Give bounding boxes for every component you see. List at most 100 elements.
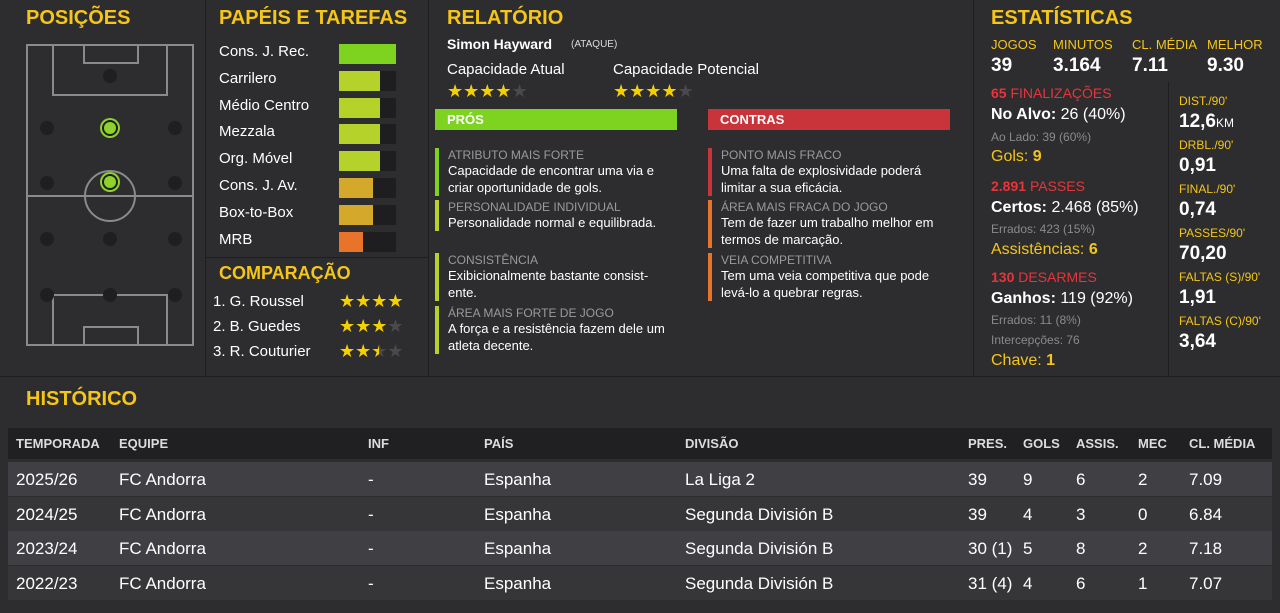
per90-label: PASSES/90' — [1179, 226, 1246, 240]
table-cell: 4 — [1023, 504, 1033, 524]
column-header[interactable]: TEMPORADA — [16, 436, 100, 451]
table-cell: 8 — [1076, 539, 1086, 558]
role-label[interactable]: Box-to-Box — [219, 204, 293, 221]
table-cell: Segunda División B — [685, 504, 834, 524]
column-header[interactable]: INF — [368, 436, 389, 451]
player-name: Simon Hayward — [447, 36, 553, 52]
stat-value: 9.30 — [1207, 55, 1244, 76]
note-text: Exibicionalmente bastante consist-ente. — [448, 268, 649, 300]
role-label[interactable]: Cons. J. Rec. — [219, 43, 309, 60]
per90-label: DIST./90' — [1179, 94, 1228, 108]
roles-title: PAPÉIS E TAREFAS — [219, 7, 408, 29]
potential-ability-stars: ★★★★★ — [613, 81, 694, 101]
role-suitability-bar — [339, 231, 396, 252]
note-text: Capacidade de encontrar uma via e criar … — [448, 163, 654, 195]
table-row[interactable]: 2025/26 FC Andorra - Espanha La Liga 2 39 9 6 2 7… — [8, 462, 1272, 496]
positions-title: POSIÇÕES — [26, 7, 131, 29]
potential-ability-label: Capacidade Potencial — [613, 61, 759, 78]
key-tackles-stat: Chave: 1 — [991, 352, 1056, 369]
role-label[interactable]: Org. Móvel — [219, 150, 292, 167]
table-cell: 2 — [1138, 470, 1148, 489]
comparison-stars: ★★★★ — [339, 316, 404, 336]
role-label[interactable]: Médio Centro — [219, 97, 309, 114]
history-table-header: TEMPORADA EQUIPE INF PAÍS DIVISÃO PRES. GOLS AS… — [8, 428, 1272, 459]
role-suitability-bar — [339, 44, 396, 64]
role-label[interactable]: MRB — [219, 231, 252, 248]
report-note: VEIA COMPETITIVA Tem uma veia competitiva… — [708, 253, 948, 301]
passes-header: 2.891 PASSES — [991, 178, 1085, 194]
column-header[interactable]: MEC — [1138, 436, 1167, 451]
table-cell: Espanha — [484, 470, 552, 489]
shots-off-target: Ao Lado: 39 (60%) — [991, 130, 1092, 144]
table-cell: 6 — [1076, 573, 1086, 593]
history-title: HISTÓRICO — [26, 388, 138, 410]
table-cell: Espanha — [484, 539, 552, 558]
table-cell: 7.09 — [1189, 470, 1223, 489]
comparison-stars: ★★★★ — [339, 291, 404, 311]
note-title: CONSISTÊNCIA — [448, 253, 539, 267]
role-suitability-bar — [339, 97, 396, 118]
note-title: VEIA COMPETITIVA — [721, 253, 832, 267]
passes-completed: Certos: 2.468 (85%) — [991, 199, 1139, 216]
comparison-player[interactable]: 1. G. Roussel — [213, 293, 304, 310]
table-cell: Segunda División B — [685, 539, 834, 558]
column-header[interactable]: DIVISÃO — [685, 436, 738, 451]
note-title: ATRIBUTO MAIS FORTE — [448, 148, 585, 162]
per90-value: 3,64 — [1179, 331, 1216, 352]
column-header[interactable]: PRES. — [968, 436, 1007, 451]
per90-label: FINAL./90' — [1179, 182, 1236, 196]
per90-value: 0,74 — [1179, 199, 1216, 220]
note-text: Tem uma veia competitiva que pode levá-l… — [721, 268, 930, 300]
tackles-won: Ganhos: 119 (92%) — [991, 290, 1133, 307]
table-cell: 31 (4) — [968, 573, 1013, 593]
position-dot-active[interactable] — [102, 120, 118, 136]
table-row[interactable]: 2022/23 FC Andorra - Espanha Segunda Divisió… — [8, 565, 1272, 600]
table-cell: FC Andorra — [119, 573, 206, 593]
goals-stat: Gols: 9 — [991, 148, 1042, 165]
table-cell: 3 — [1076, 504, 1086, 524]
table-cell: 4 — [1023, 573, 1033, 593]
table-cell: FC Andorra — [119, 504, 206, 524]
table-cell: 2 — [1138, 539, 1148, 558]
role-label[interactable]: Carrilero — [219, 70, 277, 87]
table-cell: 2024/25 — [16, 504, 78, 524]
column-header[interactable]: ASSIS. — [1076, 436, 1119, 451]
table-cell: 7.07 — [1189, 573, 1223, 593]
table-cell: 6 — [1076, 470, 1086, 489]
table-cell: FC Andorra — [119, 470, 206, 489]
column-header[interactable]: EQUIPE — [119, 436, 168, 451]
role-suitability-bar — [339, 178, 396, 198]
stat-value: 39 — [991, 55, 1013, 76]
note-title: PONTO MAIS FRACO — [721, 148, 842, 162]
passes-missed: Errados: 423 (15%) — [991, 222, 1096, 236]
table-cell: 9 — [1023, 470, 1033, 489]
table-row[interactable]: 2024/25 FC Andorra - Espanha Segunda Divisió… — [8, 496, 1272, 531]
comparison-player[interactable]: 2. B. Guedes — [213, 318, 301, 335]
shots-on-target: No Alvo: 26 (40%) — [991, 106, 1126, 123]
report-note: PERSONALIDADE INDIVIDUAL Personalidade no… — [435, 200, 675, 231]
stat-label: CL. MÉDIA — [1132, 37, 1198, 52]
column-header[interactable]: PAÍS — [484, 436, 513, 451]
comparison-player[interactable]: 3. R. Couturier — [213, 343, 311, 360]
role-label[interactable]: Cons. J. Av. — [219, 177, 298, 194]
assists-stat: Assistências: 6 — [991, 241, 1098, 258]
column-header[interactable]: GOLS — [1023, 436, 1060, 451]
stat-label: JOGOS — [991, 37, 1037, 52]
report-note: ÁREA MAIS FRACA DO JOGO Tem de fazer um t… — [708, 200, 948, 248]
table-cell: 30 (1) — [968, 539, 1013, 558]
per90-label: FALTAS (C)/90' — [1179, 314, 1261, 328]
cons-header: CONTRAS — [708, 109, 950, 130]
table-cell: Espanha — [484, 573, 552, 593]
table-cell: 39 — [968, 470, 987, 489]
report-note: CONSISTÊNCIA Exibicionalmente bastante co… — [435, 253, 675, 301]
role-label[interactable]: Mezzala — [219, 123, 275, 140]
table-row[interactable]: 2023/24 FC Andorra - Espanha Segunda Divisió… — [8, 531, 1272, 565]
table-cell: Espanha — [484, 504, 552, 524]
note-text: Personalidade normal e equilibrada. — [448, 215, 657, 230]
role-suitability-bar — [339, 124, 396, 145]
table-cell: 6.84 — [1189, 504, 1223, 524]
stat-value: 7.11 — [1132, 55, 1168, 76]
table-cell: - — [368, 470, 374, 489]
column-header[interactable]: CL. MÉDIA — [1189, 436, 1255, 451]
position-dot-active[interactable] — [102, 174, 118, 190]
